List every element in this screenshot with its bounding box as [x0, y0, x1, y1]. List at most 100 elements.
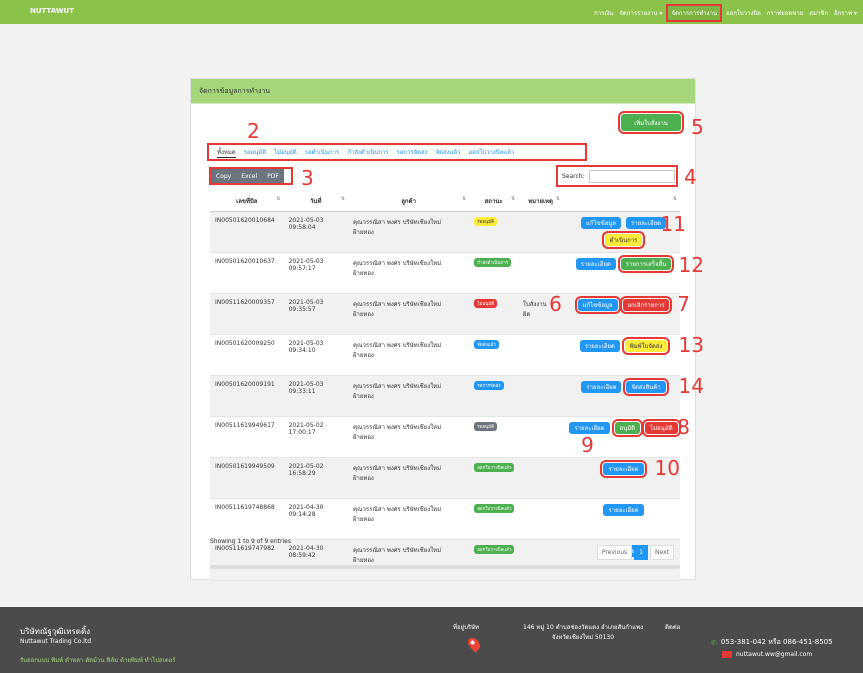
approve-button[interactable]: อนุมัติ: [611, 419, 644, 437]
search-input[interactable]: [588, 169, 675, 183]
tab-pending-approval[interactable]: รออนุมัติ: [244, 147, 266, 157]
bill-number: IN00501620009250: [210, 334, 284, 376]
column-header-date[interactable]: วันที่ ⇅: [283, 191, 348, 212]
bill-number: IN00501619949509: [210, 457, 284, 499]
table-row: IN00501619949509 2021-05-02 16:58:29 คุณว…: [210, 456, 680, 499]
reject-button[interactable]: ไม่อนุมัติ: [642, 419, 681, 437]
marker-8: 8: [677, 415, 690, 439]
column-header-status[interactable]: สถานะ ⇅: [469, 191, 519, 212]
customer-cell: คุณวรรณิสา พงศร บริษัทเชียงใหม่ ฝ้ายทอง: [347, 539, 470, 581]
status-cell: กำลังดำเนินการ: [469, 252, 519, 294]
note-cell: [518, 375, 564, 417]
footer-company-name-en: Nuttawut Trading Co.ltd: [20, 638, 92, 645]
tab-all[interactable]: ทั้งหมด: [217, 147, 236, 158]
next-page-button[interactable]: Next: [650, 545, 674, 560]
marker-10: 10: [654, 456, 680, 480]
nav-menu: การเงิน จัดการรายงาน ▾ จัดการการทำงาน ออ…: [594, 4, 857, 22]
export-buttons: Copy Excel PDF: [209, 167, 293, 185]
print-shipping-button[interactable]: พิมพ์ใบจัดส่ง: [621, 337, 671, 355]
excel-button[interactable]: Excel: [236, 169, 263, 183]
column-header-customer[interactable]: ลูกค้า ⇅: [347, 191, 470, 212]
footer: บริษัทณัฐวุฒิเทรดดิ้ง Nuttawut Trading C…: [0, 607, 863, 673]
previous-page-button[interactable]: Previous: [596, 545, 633, 560]
tab-waiting[interactable]: รอดำเนินการ: [305, 147, 340, 157]
details-button[interactable]: รายละเอียด: [600, 460, 647, 478]
bill-number: IN00501620010684: [210, 211, 284, 253]
status-badge: จัดส่งแล้ว: [474, 340, 499, 349]
table-row: IN00511619949617 2021-05-02 17:00:17 คุณว…: [210, 416, 690, 458]
status-badge: ไม่อนุมัติ: [474, 299, 498, 308]
marker-13: 13: [678, 333, 704, 357]
date-cell: 2021-05-03 09:58:04: [283, 211, 348, 253]
map-pin-icon[interactable]: [465, 635, 483, 653]
status-cell: รอการจัดส่ง: [469, 375, 519, 417]
horizontal-scrollbar[interactable]: [210, 565, 680, 569]
card-header: จัดการข้อมูลการทำงาน: [191, 79, 695, 104]
footer-contact-label: ติดต่อ: [665, 624, 681, 631]
note-cell: [518, 498, 564, 540]
marker-5: 5: [691, 115, 704, 139]
table-row: IN00511620009357 2021-05-03 09:35:57 คุณว…: [210, 292, 690, 335]
customer-cell: คุณวรรณิสา พงศร บริษัทเชียงใหม่ ฝ้ายทอง: [347, 457, 470, 499]
nav-item-billing[interactable]: ออกใบวางบิล: [726, 8, 761, 18]
work-management-card: จัดการข้อมูลการทำงาน เพิ่มใบสั่งงาน 5 2 …: [190, 78, 704, 581]
details-button[interactable]: รายละเอียด: [579, 340, 620, 352]
table-row: IN00501620010684 2021-05-03 09:58:04 คุณว…: [210, 211, 686, 253]
finished-button[interactable]: รายการเสร็จสิ้น: [617, 255, 675, 273]
nav-item-work-management[interactable]: จัดการการทำงาน: [666, 4, 723, 22]
edit-button[interactable]: แก้ไขข้อมูล: [574, 296, 621, 314]
status-badge: รอการจัดส่ง: [474, 381, 504, 390]
add-work-order-button[interactable]: เพิ่มใบสั่งงาน: [618, 111, 684, 134]
marker-3: 3: [301, 166, 314, 190]
tab-rejected[interactable]: ไม่อนุมัติ: [274, 147, 297, 157]
ship-product-button[interactable]: จัดส่งสินค้า: [623, 378, 669, 396]
customer-cell: คุณวรรณิสา พงศร บริษัทเชียงใหม่ ฝ้ายทอง: [347, 498, 470, 540]
cancel-button[interactable]: ยกเลิกรายการ: [619, 296, 673, 314]
status-badge: รออนุมัติ: [474, 422, 498, 431]
tab-waiting-shipment[interactable]: รอการจัดส่ง: [397, 147, 428, 157]
customer-cell: คุณวรรณิสา พงศร บริษัทเชียงใหม่ ฝ้ายทอง: [347, 334, 470, 376]
edit-button[interactable]: แก้ไขข้อมูล: [581, 217, 621, 229]
process-button[interactable]: ดำเนินการ: [601, 231, 646, 249]
bill-number: IN00511619747982: [210, 539, 284, 581]
nav-item-sales-chart[interactable]: กราฟยอดขาย: [767, 8, 803, 18]
tab-in-progress[interactable]: กำลังดำเนินการ: [347, 147, 388, 157]
brand-logo[interactable]: NUTTAWUT: [30, 7, 74, 15]
marker-6: 6: [549, 292, 562, 316]
customer-cell: คุณวรรณิสา พงศร บริษัทเชียงใหม่ ฝ้ายทอง: [347, 416, 470, 458]
status-badge: กำลังดำเนินการ: [474, 258, 512, 267]
customer-cell: คุณวรรณิสา พงศร บริษัทเชียงใหม่ ฝ้ายทอง: [347, 293, 470, 335]
page-1-button[interactable]: 1: [634, 545, 649, 560]
tab-shipped[interactable]: จัดส่งแล้ว: [436, 147, 461, 157]
status-cell: จัดส่งแล้ว: [469, 334, 519, 376]
bill-number: IN00501620010637: [210, 252, 284, 294]
details-button[interactable]: รายละเอียด: [575, 258, 616, 270]
footer-phone: ✆ 053-381-042 หรือ 086-451-8505: [711, 638, 833, 647]
phone-icon: ✆: [711, 638, 717, 647]
details-button[interactable]: รายละเอียด: [581, 381, 622, 393]
nav-item-members[interactable]: สมาชิก: [809, 8, 828, 18]
details-button[interactable]: รายละเอียด: [603, 504, 644, 516]
table-row: IN00511619748868 2021-04-30 09:14:28 คุณว…: [210, 498, 680, 540]
status-badge: รออนุมัติ: [474, 217, 498, 226]
column-header-bill[interactable]: เลขที่บิล ⇅: [210, 191, 284, 212]
pdf-button[interactable]: PDF: [262, 169, 284, 183]
status-badge: ออกใบวางบิลแล้ว: [474, 463, 515, 472]
bill-number: IN00511620009357: [210, 293, 284, 335]
marker-7: 7: [677, 292, 690, 316]
date-cell: 2021-04-30 09:14:28: [283, 498, 348, 540]
footer-email: nuttawut.ww@gmail.com: [722, 651, 812, 658]
copy-button[interactable]: Copy: [211, 169, 237, 183]
footer-address: 146 หมู่ 10 ตำบลช่องวัดแดง อำเภอสันกำแพง…: [523, 624, 644, 641]
nav-item-more[interactable]: อีกราฟ ▾: [834, 8, 857, 18]
column-header-actions[interactable]: ⇅: [563, 191, 680, 212]
actions-cell: รายละเอียด รายการเสร็จสิ้น 12: [563, 252, 704, 294]
bill-number: IN00511619949617: [210, 416, 284, 458]
nav-item-finance[interactable]: การเงิน: [594, 8, 613, 18]
nav-item-reports[interactable]: จัดการรายงาน ▾: [619, 8, 662, 18]
customer-cell: คุณวรรณิสา พงศร บริษัทเชียงใหม่ ฝ้ายทอง: [347, 211, 470, 253]
column-header-note[interactable]: หมายเหตุ ⇅: [518, 191, 564, 212]
date-cell: 2021-05-03 09:35:57: [283, 293, 348, 335]
tab-billed[interactable]: ออกใบวางบิลแล้ว: [469, 147, 515, 157]
work-orders-table: เลขที่บิล ⇅ วันที่ ⇅ ลูกค้า ⇅ สถานะ ⇅ หมายเห…: [210, 191, 704, 581]
